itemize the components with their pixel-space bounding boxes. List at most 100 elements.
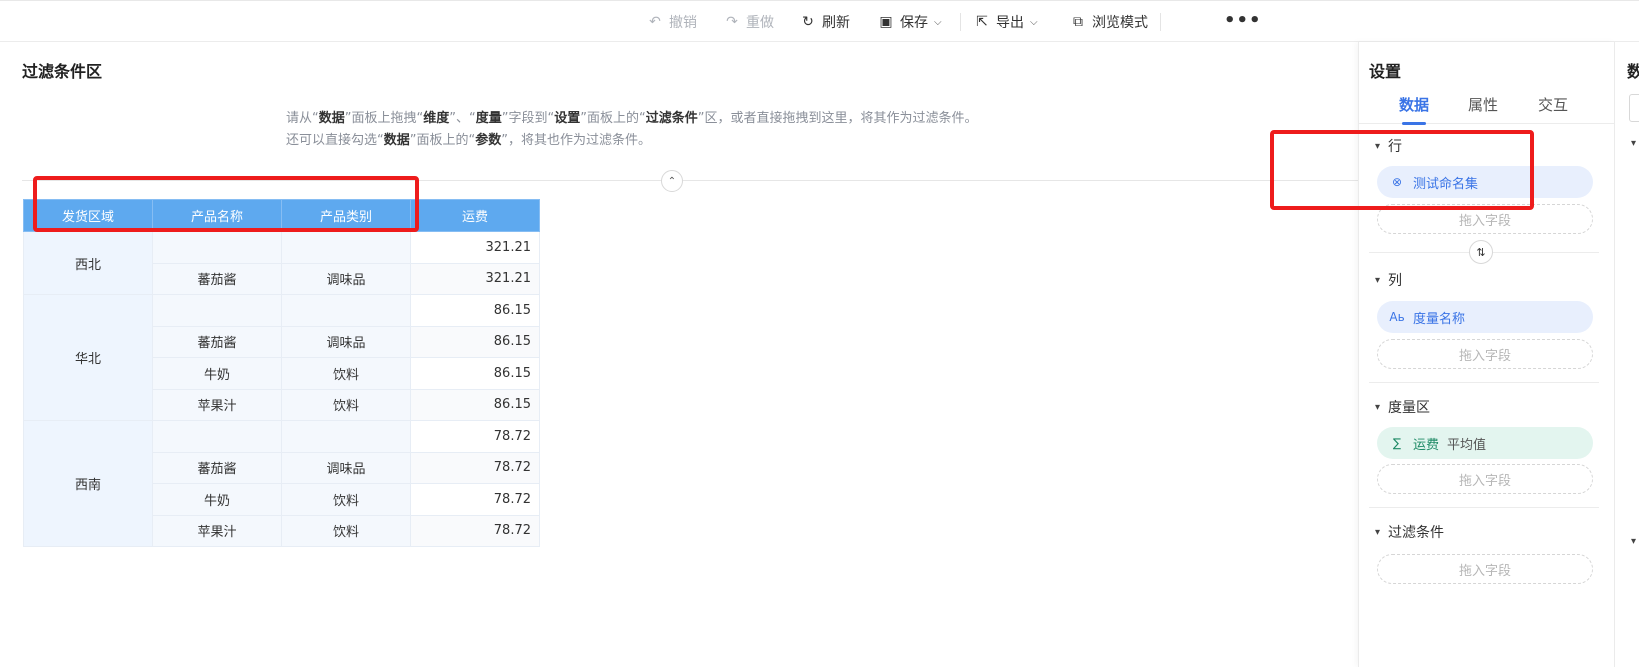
cell-product[interactable]: 牛奶: [152, 483, 282, 516]
table-row: 华北 86.15: [23, 294, 540, 421]
measure-section-header[interactable]: ▾ 度量区: [1375, 397, 1430, 417]
table-row: 西南 78.72: [23, 420, 540, 547]
column-header-category[interactable]: 产品类别: [281, 199, 411, 232]
rows-drop-zone[interactable]: 拖入字段: [1377, 204, 1593, 234]
cell-freight[interactable]: 86.15: [410, 294, 540, 327]
section-divider: [1369, 382, 1599, 383]
cell-category[interactable]: [281, 420, 411, 453]
preview-mode-button[interactable]: ⧉ 浏览模式: [1070, 12, 1148, 32]
cell-category[interactable]: 饮料: [281, 514, 411, 547]
column-header-product[interactable]: 产品名称: [152, 199, 282, 232]
chevron-down-icon: ▾: [1375, 140, 1381, 152]
cell-freight[interactable]: 78.72: [410, 483, 540, 516]
hint-text: ”面板上的“: [580, 111, 646, 126]
cell-product[interactable]: 蕃茄酱: [152, 262, 282, 295]
filter-area-title: 过滤条件区: [22, 62, 103, 81]
hint-text: ”字段到“: [501, 111, 555, 126]
refresh-button[interactable]: ↻ 刷新: [800, 12, 850, 32]
chevron-down-icon[interactable]: ▾: [1631, 138, 1636, 149]
filter-section-header[interactable]: ▾ 过滤条件: [1375, 522, 1444, 542]
tab-data[interactable]: 数据: [1399, 94, 1429, 115]
tab-interaction[interactable]: 交互: [1538, 94, 1568, 115]
settings-tabs: 数据 属性 交互: [1359, 94, 1615, 125]
redo-button[interactable]: ↷ 重做: [724, 12, 774, 32]
hint-text: 数据: [318, 111, 345, 126]
cell-freight[interactable]: 78.72: [410, 420, 540, 453]
column-header-freight[interactable]: 运费: [410, 199, 540, 232]
chevron-down-icon: ▾: [1375, 401, 1381, 413]
text-field-icon: Aь: [1389, 310, 1405, 324]
hint-text: 请从“: [286, 111, 319, 126]
settings-title: 设置: [1369, 62, 1402, 81]
hint-text: ”、“: [449, 111, 476, 126]
collapse-toggle-icon[interactable]: ⌃: [661, 170, 683, 192]
tab-properties[interactable]: 属性: [1468, 94, 1498, 115]
filter-hint: 请从“数据”面板上拖拽“维度”、“度量”字段到“设置”面板上的“过滤条件”区，或…: [286, 108, 978, 152]
swap-rows-columns-icon[interactable]: ⇅: [1469, 240, 1493, 264]
save-button[interactable]: ▣ 保存 ⌵: [878, 12, 941, 32]
data-panel: 数 ▾ ▾: [1614, 42, 1639, 667]
columns-drop-zone[interactable]: 拖入字段: [1377, 339, 1593, 369]
cell-category[interactable]: 调味品: [281, 262, 411, 295]
cell-product[interactable]: 苹果汁: [152, 388, 282, 421]
more-icon[interactable]: •••: [1224, 10, 1262, 31]
cell-freight[interactable]: 86.15: [410, 357, 540, 390]
cell-freight[interactable]: 321.21: [410, 262, 540, 295]
chevron-down-icon: ▾: [1375, 274, 1381, 286]
rows-field-pill[interactable]: ⊗ 测试命名集: [1377, 166, 1593, 198]
chevron-down-icon[interactable]: ▾: [1631, 536, 1636, 547]
export-button[interactable]: ⇱ 导出 ⌵: [974, 12, 1038, 32]
undo-button[interactable]: ↶ 撤销: [647, 12, 697, 32]
settings-panel: 设置 数据 属性 交互 ▾ 行 ⊗ 测试命名集 拖入字段 ⇅ ▾ 列 Aь 度量名称 拖…: [1358, 42, 1615, 667]
refresh-icon: ↻: [802, 14, 814, 30]
cell-category[interactable]: 调味品: [281, 325, 411, 358]
filter-drop-zone[interactable]: 拖入字段: [1377, 554, 1593, 584]
cell-category[interactable]: [281, 294, 411, 327]
undo-icon: ↶: [649, 14, 661, 30]
cell-category[interactable]: 调味品: [281, 451, 411, 484]
column-header-region[interactable]: 发货区域: [23, 199, 153, 232]
filter-hint-line-2: 还可以直接勾选“数据”面板上的“参数”，将其也作为过滤条件。: [286, 130, 978, 152]
cell-category[interactable]: 饮料: [281, 357, 411, 390]
cell-region[interactable]: 华北: [23, 294, 153, 421]
toolbar: ↶ 撤销 ↷ 重做 ↻ 刷新 ▣ 保存 ⌵ ⇱ 导出 ⌵ ⧉ 浏览模式 •••: [0, 0, 1639, 42]
export-icon: ⇱: [976, 14, 988, 30]
cell-freight[interactable]: 78.72: [410, 451, 540, 484]
cell-region[interactable]: 西北: [23, 231, 153, 295]
chevron-down-icon: ▾: [1375, 526, 1381, 538]
cell-product[interactable]: 牛奶: [152, 357, 282, 390]
columns-section-header[interactable]: ▾ 列: [1375, 270, 1402, 290]
cell-product[interactable]: 蕃茄酱: [152, 325, 282, 358]
cell-freight[interactable]: 86.15: [410, 388, 540, 421]
rows-section-header[interactable]: ▾ 行: [1375, 136, 1402, 156]
cell-product[interactable]: [152, 231, 282, 264]
hint-text: 度量: [475, 111, 502, 126]
table-row: 西北 321.21: [23, 231, 540, 295]
cell-product[interactable]: 蕃茄酱: [152, 451, 282, 484]
filter-hint-line-1: 请从“数据”面板上拖拽“维度”、“度量”字段到“设置”面板上的“过滤条件”区，或…: [286, 108, 978, 130]
filter-divider: [22, 180, 1358, 181]
save-icon: ▣: [879, 14, 893, 30]
cell-freight[interactable]: 78.72: [410, 514, 540, 547]
sigma-icon: ∑: [1392, 436, 1402, 450]
measure-drop-zone[interactable]: 拖入字段: [1377, 464, 1593, 494]
cell-freight[interactable]: 321.21: [410, 231, 540, 264]
cell-category[interactable]: [281, 231, 411, 264]
cell-product[interactable]: 苹果汁: [152, 514, 282, 547]
hint-text: ”，将其也作为过滤条件。: [501, 133, 652, 148]
columns-field-pill[interactable]: Aь 度量名称: [1377, 301, 1593, 333]
chevron-down-icon: ⌵: [1030, 16, 1038, 28]
cell-category[interactable]: 饮料: [281, 483, 411, 516]
data-panel-search-input[interactable]: [1629, 94, 1639, 122]
data-panel-title: 数: [1627, 62, 1639, 81]
cell-product[interactable]: [152, 420, 282, 453]
cell-region[interactable]: 西南: [23, 420, 153, 547]
cell-category[interactable]: 饮料: [281, 388, 411, 421]
hint-text: 数据: [383, 133, 410, 148]
cell-freight[interactable]: 86.15: [410, 325, 540, 358]
cell-product[interactable]: [152, 294, 282, 327]
table-header-row: 发货区域 产品名称 产品类别 运费: [23, 199, 540, 232]
section-divider: [1369, 507, 1599, 508]
measure-field-pill[interactable]: ∑ 运费 平均值: [1377, 427, 1593, 459]
hint-text: 设置: [554, 111, 581, 126]
